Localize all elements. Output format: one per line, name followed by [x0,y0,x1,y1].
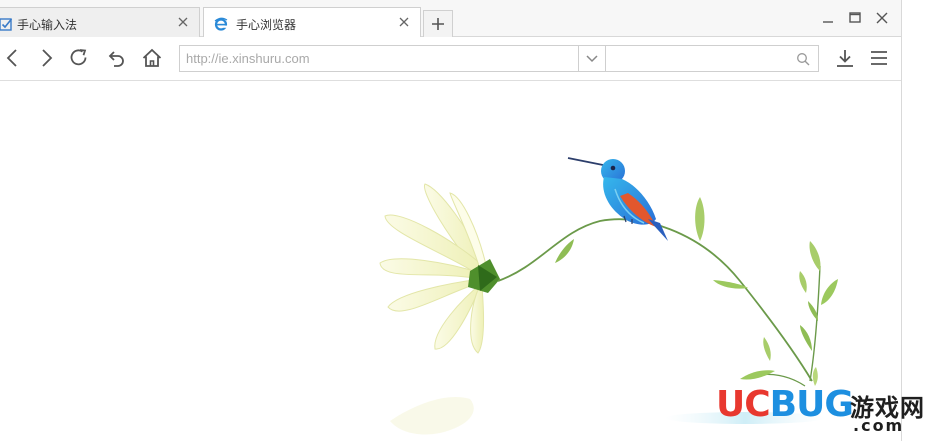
search-icon[interactable] [796,52,810,66]
address-input[interactable] [186,49,566,68]
close-icon[interactable] [874,10,890,26]
menu-icon[interactable] [868,47,890,69]
back-icon[interactable] [2,47,24,69]
watermark-brand: UCBUG [716,384,854,425]
download-icon[interactable] [834,47,856,69]
watermark-brand-uc: UC [716,384,771,425]
search-input[interactable] [612,49,792,68]
navigation-toolbar [0,37,901,81]
ie-browser-icon [214,17,228,31]
browser-window: 手心输入法 手心浏览器 [0,0,902,441]
tab-shouxin-browser[interactable]: 手心浏览器 [203,7,421,38]
address-dropdown-button[interactable] [578,45,606,72]
close-tab-icon[interactable] [177,16,189,28]
tab-title: 手心输入法 [17,18,78,32]
tab-shouxin-input[interactable]: 手心输入法 [0,7,200,38]
chevron-down-icon [586,55,598,63]
address-bar[interactable] [179,45,579,72]
tab-title: 手心浏览器 [236,18,297,32]
plus-icon [432,18,444,30]
close-tab-icon[interactable] [398,16,410,28]
home-icon[interactable] [141,47,163,69]
flower [379,183,500,354]
refresh-icon[interactable] [68,47,90,69]
watermark-domain: .com [853,416,905,435]
tab-bar: 手心输入法 手心浏览器 [0,0,901,38]
undo-icon[interactable] [105,47,127,69]
new-tab-button[interactable] [423,10,453,37]
maximize-icon[interactable] [847,10,863,26]
watermark-brand-bug: BUG [769,384,854,425]
hummingbird [567,157,668,241]
minimize-icon[interactable] [820,10,836,26]
ucbug-watermark: UCBUG 游戏网 .com [716,384,932,441]
search-box[interactable] [605,45,819,72]
checkbox-app-icon [0,18,13,31]
forward-icon[interactable] [35,47,57,69]
